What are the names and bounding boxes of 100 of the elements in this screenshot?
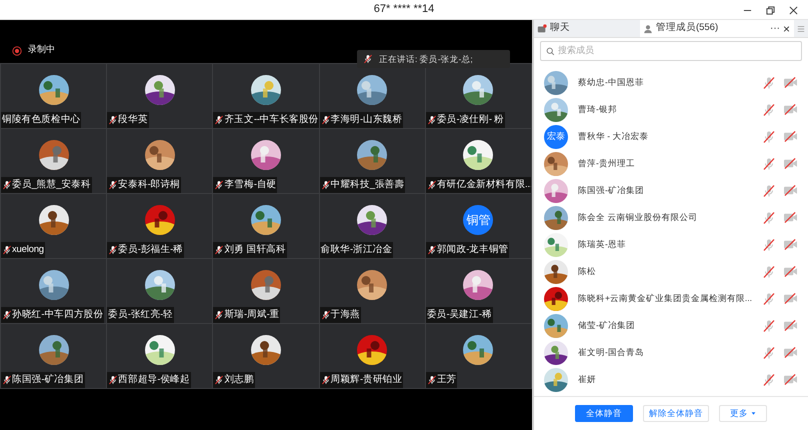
search-field[interactable]: 搜索成员 xyxy=(540,41,802,61)
video-tile[interactable]: 斯瑞-周斌-重 xyxy=(213,259,319,323)
video-tile[interactable]: 委员-吴建江-稀 xyxy=(426,259,532,323)
muted-mic-icon xyxy=(214,180,224,190)
camera-off-icon xyxy=(783,346,798,359)
muted-mic-icon xyxy=(320,310,331,320)
video-tile[interactable]: 刘勇 国轩高科 xyxy=(213,194,319,258)
camera-off-icon xyxy=(783,157,798,170)
name-label: 郭闻政-龙丰铜管 xyxy=(426,242,510,258)
video-tile[interactable]: 于海燕 xyxy=(320,259,425,323)
member-row[interactable]: 崔文明-国合青岛 xyxy=(534,339,808,366)
unmute-all-button[interactable]: 解除全体静音 xyxy=(642,405,709,422)
member-name: 崔妍 xyxy=(578,373,597,386)
video-tile[interactable]: 陈国强-矿冶集团 xyxy=(1,324,106,388)
name-label: 西部超导-侯峰起 xyxy=(107,372,191,388)
person-icon xyxy=(642,24,653,34)
member-row[interactable]: 曾萍-贵州理工 xyxy=(534,150,808,177)
muted-mic-icon xyxy=(426,375,437,385)
member-row[interactable]: 陈国强-矿冶集团 xyxy=(534,177,808,204)
close-icon[interactable] xyxy=(789,6,798,14)
video-tile[interactable]: 周颖辉-贵研铂业 xyxy=(320,324,425,388)
name-label: 委员-张红亮-轻 xyxy=(107,307,174,323)
more-button[interactable]: 更多 xyxy=(718,405,767,422)
video-tile[interactable]: 委员-凌仕刚- 粉 xyxy=(426,64,532,128)
video-tile[interactable]: 委员-彭福生-稀 xyxy=(107,194,212,258)
name-label: 齐玉文--中车长客股份 xyxy=(213,112,319,128)
muted-mic-icon xyxy=(320,375,331,385)
panel-tab[interactable]: 管理成员(556) xyxy=(640,20,770,37)
muted-mic-icon xyxy=(762,372,776,386)
chat-icon xyxy=(536,24,547,34)
member-row[interactable]: 崔妍 xyxy=(534,366,808,393)
muted-mic-icon xyxy=(2,375,12,385)
video-tile[interactable]: 委员_熊慧_安泰科 xyxy=(1,129,106,193)
member-name: 陈瑞英-恩菲 xyxy=(578,238,627,251)
member-name: 蔡幼忠-中国恩菲 xyxy=(578,76,645,89)
muted-mic-icon xyxy=(426,180,437,190)
restore-icon[interactable] xyxy=(766,6,775,14)
muted-mic-icon xyxy=(2,245,12,255)
member-row[interactable]: 陈会全 云南铜业股份有限公司 xyxy=(534,204,808,231)
video-tile[interactable]: 中耀科技_張善壽 xyxy=(320,129,425,193)
camera-off-icon xyxy=(783,211,798,224)
muted-mic-icon xyxy=(426,245,437,255)
recording-label: 录制中 xyxy=(28,42,55,56)
name-label: 孙晓红-中车四方股份 xyxy=(1,307,104,323)
muted-mic-icon xyxy=(762,130,776,144)
muted-mic-icon xyxy=(762,292,776,306)
close-panel[interactable]: × xyxy=(782,20,790,38)
camera-off-icon xyxy=(783,319,798,332)
video-tile[interactable]: 齐玉文--中车长客股份 xyxy=(213,64,319,128)
member-row[interactable]: 陈晓科+云南黄金矿业集团贵金属检测有限... xyxy=(534,285,808,312)
video-tile[interactable]: 孙晓红-中车四方股份 xyxy=(1,259,106,323)
name-label: 王芳 xyxy=(426,372,458,388)
member-name: 陈晓科+云南黄金矿业集团贵金属检测有限... xyxy=(578,292,752,305)
member-row[interactable]: 宏泰 曹秋华 - 大冶宏泰 xyxy=(534,123,808,150)
member-row[interactable]: 陈松 xyxy=(534,258,808,285)
camera-off-icon xyxy=(783,130,798,143)
muted-mic-icon xyxy=(214,310,224,320)
video-tile[interactable]: 刘志鹏 xyxy=(213,324,319,388)
video-tile[interactable]: 李海明-山东魏桥 xyxy=(320,64,425,128)
member-row[interactable]: 曹琦-银邦 xyxy=(534,96,808,123)
muted-mic-icon xyxy=(762,156,776,170)
camera-off-icon xyxy=(783,373,798,386)
panel-tab[interactable]: 聊天 xyxy=(534,20,640,37)
video-tile[interactable]: 安泰科-郎诗桐 xyxy=(107,129,212,193)
video-tile[interactable]: 段华英 xyxy=(107,64,212,128)
video-tile[interactable]: 李雪梅-自硬 xyxy=(213,129,319,193)
camera-off-icon xyxy=(783,103,798,116)
muted-mic-icon xyxy=(108,245,118,255)
muted-mic-icon xyxy=(320,115,331,125)
search-input[interactable]: 搜索成员 xyxy=(558,44,796,58)
video-tile[interactable]: 俞耿华-浙江冶金 xyxy=(320,194,425,258)
name-label: 刘勇 国轩高科 xyxy=(213,242,287,258)
video-tile[interactable]: 王芳 xyxy=(426,324,532,388)
name-label: 铜陵有色质检中心 xyxy=(1,112,82,128)
member-name: 曹秋华 - 大冶宏泰 xyxy=(578,130,650,143)
name-label: xuelong xyxy=(1,242,45,258)
member-name: 陈松 xyxy=(578,265,597,278)
muted-mic-icon xyxy=(108,375,118,385)
video-tile[interactable]: 铜管 郭闻政-龙丰铜管 xyxy=(426,194,532,258)
video-tile[interactable]: xuelong xyxy=(1,194,106,258)
mute-all-button[interactable]: 全体静音 xyxy=(574,405,633,422)
camera-off-icon xyxy=(783,76,798,89)
name-label: 段华英 xyxy=(107,112,149,128)
video-tile[interactable]: 西部超导-侯峰起 xyxy=(107,324,212,388)
camera-off-icon xyxy=(783,292,798,305)
camera-off-icon xyxy=(783,265,798,278)
more-options[interactable]: ··· xyxy=(770,21,780,36)
member-row[interactable]: 蔡幼忠-中国恩菲 xyxy=(534,69,808,96)
recording-icon xyxy=(12,46,22,56)
search-icon xyxy=(546,46,555,56)
video-tile[interactable]: 铜陵有色质检中心 xyxy=(1,64,106,128)
muted-mic-icon xyxy=(214,375,224,385)
member-row[interactable]: 陈瑞英-恩菲 xyxy=(534,231,808,258)
member-name: 曾萍-贵州理工 xyxy=(578,157,636,170)
member-name: 陈会全 云南铜业股份有限公司 xyxy=(578,211,698,224)
name-label: 于海燕 xyxy=(320,307,362,323)
member-row[interactable]: 储莹-矿冶集团 xyxy=(534,312,808,339)
video-tile[interactable]: 委员-张红亮-轻 xyxy=(107,259,212,323)
name-label: 斯瑞-周斌-重 xyxy=(213,307,280,323)
member-name: 储莹-矿冶集团 xyxy=(578,319,636,332)
